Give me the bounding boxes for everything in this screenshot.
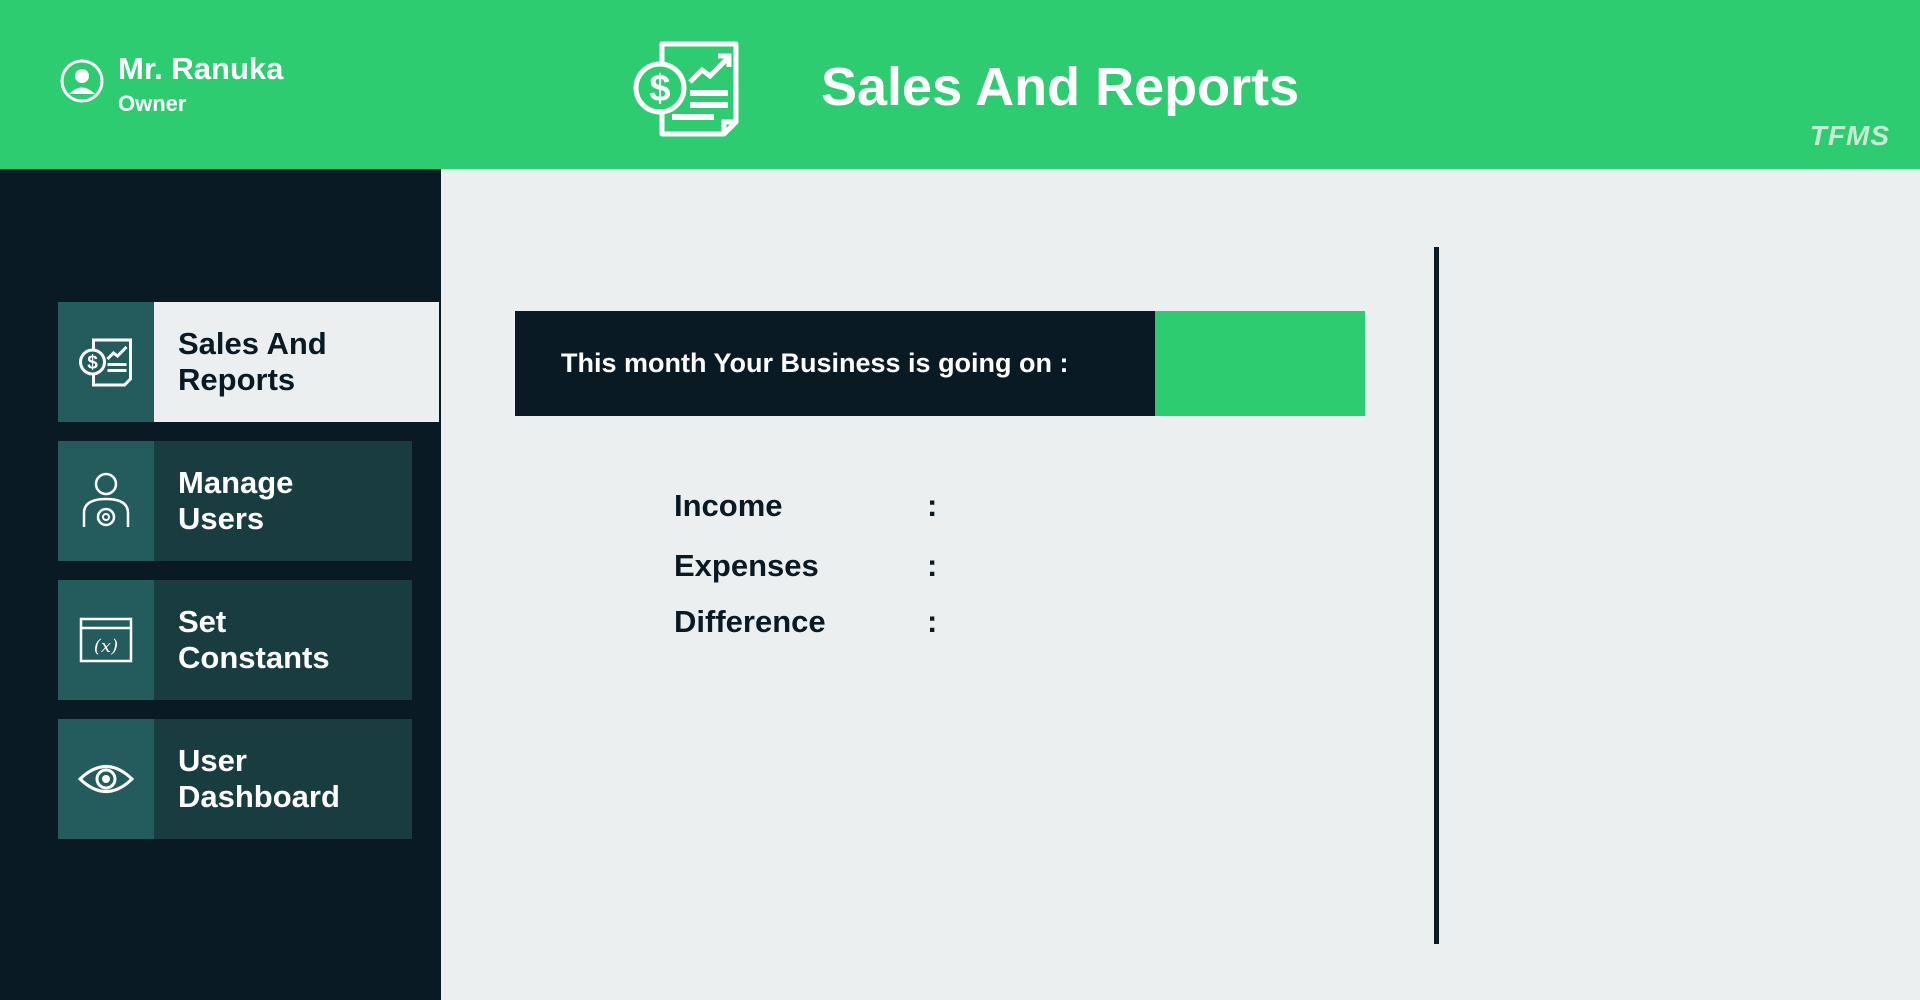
brand-logo: TFMS: [1809, 120, 1890, 151]
page-title: Sales And Reports: [821, 57, 1300, 117]
income-separator: :: [927, 488, 938, 523]
sidebar-item-label: Manage Users: [178, 465, 294, 536]
svg-text:(x): (x): [94, 636, 118, 657]
sales-report-icon: $: [79, 338, 132, 387]
svg-text:$: $: [649, 68, 670, 110]
variable-window-icon: (x): [79, 617, 133, 663]
eye-icon: [78, 765, 134, 793]
user-circle-icon: [60, 59, 104, 103]
sidebar-item-label: Set Constants: [178, 604, 330, 675]
sidebar-item-label: Sales And Reports: [178, 326, 327, 397]
sales-report-icon: $: [633, 41, 739, 137]
svg-text:$: $: [87, 353, 98, 374]
sidebar-item-set-constants[interactable]: (x) Set Constants: [58, 580, 412, 700]
expenses-separator: :: [927, 548, 938, 583]
business-status-indicator: [1155, 311, 1365, 416]
sidebar-item-user-dashboard[interactable]: User Dashboard: [58, 719, 412, 839]
difference-separator: :: [927, 604, 938, 639]
banner-text: This month Your Business is going on :: [515, 311, 1155, 416]
sidebar-item-sales-and-reports[interactable]: $ Sales And Reports: [58, 302, 439, 422]
user-name: Mr. Ranuka: [118, 51, 284, 86]
sidebar-item-manage-users[interactable]: Manage Users: [58, 441, 412, 561]
header-bar: Mr. Ranuka Owner $ Sales And Reports TFM…: [0, 0, 1920, 169]
expenses-label: Expenses: [674, 548, 819, 583]
income-label: Income: [674, 488, 783, 523]
user-role: Owner: [118, 91, 187, 116]
user-profile[interactable]: Mr. Ranuka Owner: [60, 51, 283, 117]
sidebar-item-label: User Dashboard: [178, 743, 340, 814]
difference-label: Difference: [674, 604, 826, 639]
business-status-banner: This month Your Business is going on :: [515, 311, 1365, 416]
sidebar: $ Sales And Reports Manage Users (x) Set…: [0, 169, 441, 1000]
user-gear-icon: [82, 472, 130, 527]
vertical-divider: [1434, 247, 1439, 944]
